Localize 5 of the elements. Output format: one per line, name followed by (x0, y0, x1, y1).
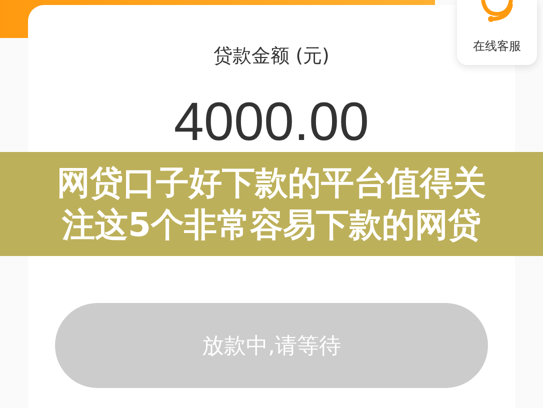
loan-amount-label: 贷款金额 (元) (214, 44, 330, 69)
caption-text: 网贷口子好下款的平台值得关注这5个非常容易下款的网贷 (56, 162, 487, 246)
support-label: 在线客服 (473, 38, 521, 55)
support-widget[interactable]: 在线客服 (457, 0, 537, 65)
loan-amount: 4000.00 (174, 91, 370, 153)
